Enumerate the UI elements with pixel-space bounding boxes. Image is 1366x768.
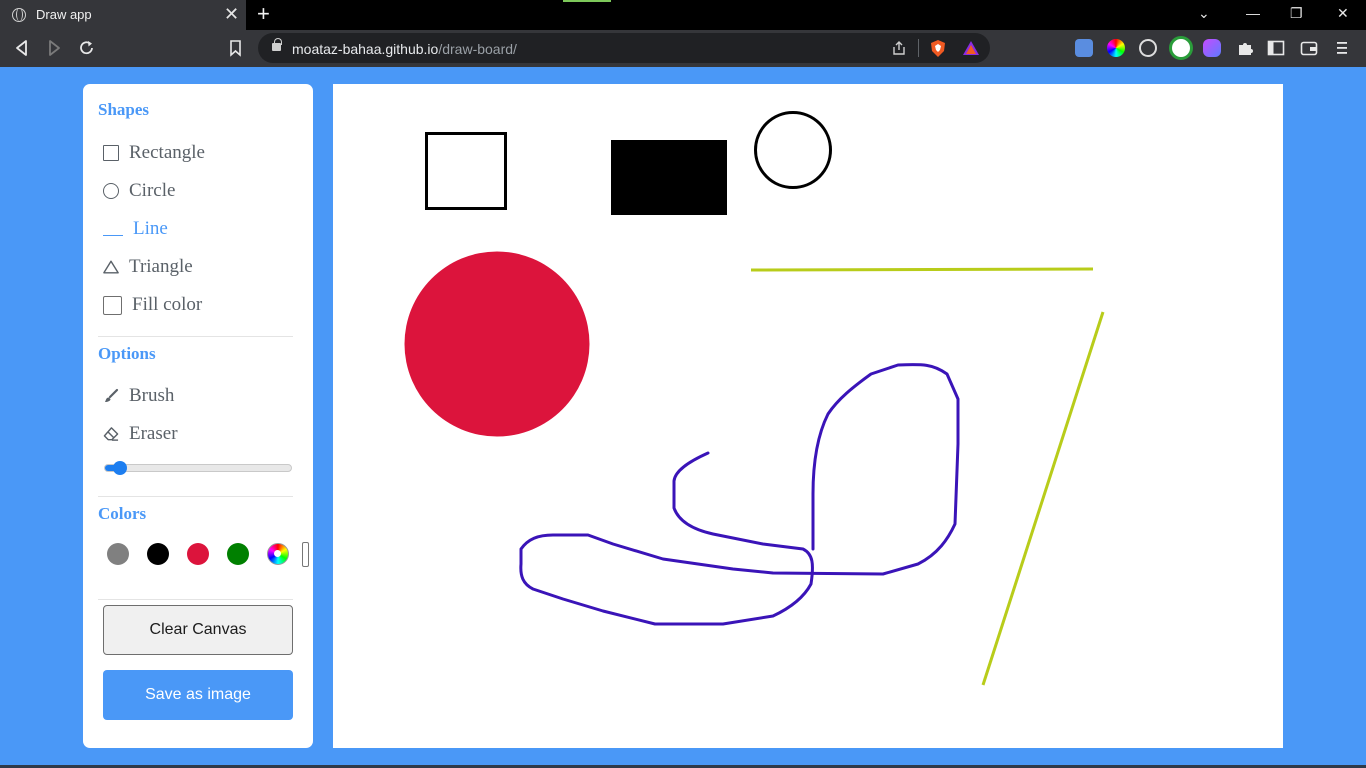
shape-circle-label: Circle bbox=[129, 180, 176, 201]
back-icon[interactable] bbox=[14, 39, 30, 57]
drawn-freehand-stroke bbox=[519, 363, 960, 626]
drawn-circle-filled bbox=[404, 251, 590, 437]
brush-icon bbox=[105, 388, 119, 402]
shapes-title: Shapes bbox=[98, 100, 150, 119]
drawn-line-horizontal bbox=[750, 267, 1094, 272]
new-tab-icon[interactable]: + bbox=[257, 2, 270, 26]
url-text[interactable]: moataz-bahaa.github.io/draw-board/ bbox=[292, 41, 517, 57]
eraser-label: Eraser bbox=[129, 423, 178, 444]
fill-color-label: Fill color bbox=[132, 294, 203, 315]
divider bbox=[98, 496, 293, 497]
triangle-outline-icon bbox=[103, 260, 119, 274]
restore-icon[interactable]: ❐ bbox=[1290, 5, 1303, 22]
brush-size-slider[interactable] bbox=[104, 461, 292, 475]
drawn-rectangle-filled bbox=[611, 140, 727, 215]
translate-extension-icon[interactable] bbox=[1075, 39, 1093, 57]
line-icon bbox=[103, 222, 123, 236]
color-swatch-black[interactable] bbox=[147, 543, 169, 565]
option-eraser[interactable]: Eraser bbox=[103, 423, 178, 445]
shape-line-label: Line bbox=[133, 218, 168, 239]
divider bbox=[98, 336, 293, 337]
option-brush[interactable]: Brush bbox=[103, 385, 174, 407]
brave-shield-icon[interactable] bbox=[929, 39, 947, 58]
forward-icon[interactable] bbox=[46, 39, 62, 57]
color-picker-input[interactable] bbox=[302, 542, 309, 567]
target-extension-icon[interactable] bbox=[1139, 39, 1157, 57]
square-outline-icon bbox=[103, 145, 119, 161]
circle-outline-icon bbox=[103, 183, 119, 199]
shape-triangle[interactable]: Triangle bbox=[103, 256, 193, 278]
reload-icon[interactable] bbox=[78, 39, 96, 57]
address-bar[interactable]: moataz-bahaa.github.io/draw-board/ bbox=[258, 33, 990, 63]
dollar-extension-icon[interactable] bbox=[1169, 36, 1193, 60]
color-swatch-gray[interactable] bbox=[107, 543, 129, 565]
fill-color-option: Fill color bbox=[103, 294, 202, 316]
lock-icon[interactable] bbox=[272, 38, 282, 51]
sidebar-toggle-icon[interactable] bbox=[1267, 39, 1285, 57]
url-divider bbox=[918, 39, 919, 57]
share-icon[interactable] bbox=[891, 40, 907, 56]
color-picker-icon[interactable] bbox=[267, 543, 289, 565]
clear-canvas-button[interactable]: Clear Canvas bbox=[103, 605, 293, 655]
puzzle-extensions-icon[interactable] bbox=[1236, 39, 1254, 57]
drawn-line-diagonal bbox=[981, 311, 1105, 686]
divider bbox=[98, 599, 293, 600]
wallet-icon[interactable] bbox=[1300, 39, 1318, 57]
tab-accent-bar bbox=[563, 0, 611, 2]
drawing-canvas[interactable] bbox=[333, 84, 1283, 748]
url-domain: moataz-bahaa.github.io bbox=[292, 41, 439, 57]
browser-toolbar: moataz-bahaa.github.io/draw-board/ bbox=[0, 30, 1366, 67]
close-window-icon[interactable]: ✕ bbox=[1337, 5, 1349, 22]
save-image-button[interactable]: Save as image bbox=[103, 670, 293, 720]
minimize-icon[interactable]: — bbox=[1246, 5, 1260, 21]
shape-rectangle[interactable]: Rectangle bbox=[103, 142, 205, 164]
menu-icon[interactable] bbox=[1336, 39, 1348, 57]
color-picker-extension-icon[interactable] bbox=[1107, 39, 1125, 57]
bookmark-icon[interactable] bbox=[229, 39, 243, 57]
shape-line[interactable]: Line bbox=[103, 218, 168, 240]
options-title: Options bbox=[98, 344, 156, 363]
canvas-drawing bbox=[404, 111, 1105, 686]
colors-title: Colors bbox=[98, 504, 147, 523]
tab-draw-app[interactable]: Draw app ✕ bbox=[0, 0, 246, 30]
shape-circle[interactable]: Circle bbox=[103, 180, 175, 202]
color-swatch-red[interactable] bbox=[187, 543, 209, 565]
brave-rewards-icon[interactable] bbox=[962, 39, 980, 57]
shape-rectangle-label: Rectangle bbox=[129, 142, 205, 163]
url-path: /draw-board/ bbox=[438, 41, 517, 57]
tab-strip: Draw app ✕ + ⌄ — ❐ ✕ bbox=[0, 0, 1366, 30]
eraser-icon bbox=[103, 427, 119, 441]
fill-color-checkbox[interactable] bbox=[103, 295, 122, 315]
color-swatch-green[interactable] bbox=[227, 543, 249, 565]
drawn-rectangle-outline bbox=[425, 132, 507, 210]
globe-icon bbox=[12, 8, 26, 22]
brush-label: Brush bbox=[129, 385, 175, 406]
purple-extension-icon[interactable] bbox=[1203, 39, 1221, 57]
slider-thumb[interactable] bbox=[112, 461, 127, 475]
shape-triangle-label: Triangle bbox=[129, 256, 193, 277]
tab-search-icon[interactable]: ⌄ bbox=[1198, 5, 1210, 22]
tab-title: Draw app bbox=[36, 7, 92, 22]
drawn-circle-outline bbox=[754, 111, 832, 189]
close-tab-icon[interactable]: ✕ bbox=[224, 4, 239, 24]
tools-panel: Shapes Rectangle Circle Line Triangle Fi… bbox=[83, 84, 313, 748]
